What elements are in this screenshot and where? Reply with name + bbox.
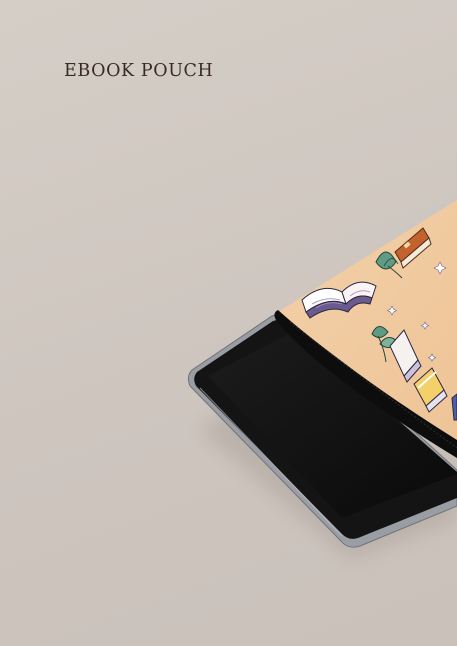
product-photo: [187, 200, 457, 560]
product-image: EBOOK POUCH: [0, 0, 457, 646]
